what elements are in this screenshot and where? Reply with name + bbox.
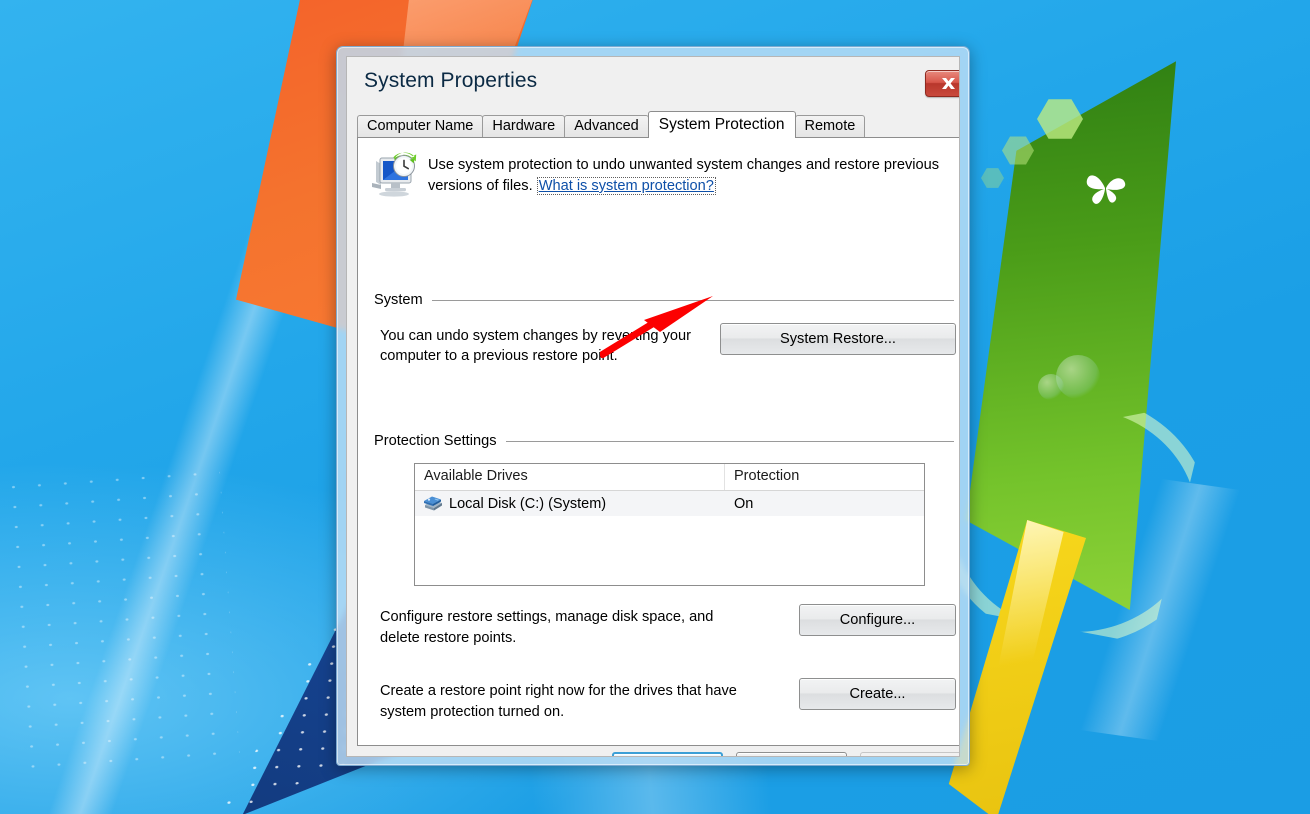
configure-button[interactable]: Configure... bbox=[799, 604, 956, 636]
create-row: Create a restore point right now for the… bbox=[380, 678, 956, 723]
system-restore-description: You can undo system changes by reverting… bbox=[380, 328, 691, 364]
close-x-icon bbox=[942, 78, 955, 89]
system-group-label: System bbox=[374, 292, 423, 308]
column-header-protection[interactable]: Protection bbox=[725, 464, 924, 490]
title-bar[interactable]: System Properties bbox=[356, 63, 959, 105]
dialog-body: System Properties Computer Name Hardware… bbox=[346, 56, 960, 757]
create-button[interactable]: Create... bbox=[799, 678, 956, 710]
table-row[interactable]: Local Disk (C:) (System) On bbox=[415, 491, 924, 516]
tab-advanced[interactable]: Advanced bbox=[564, 115, 649, 138]
create-description: Create a restore point right now for the… bbox=[380, 683, 737, 720]
wallpaper-faint-dots bbox=[0, 462, 241, 778]
wallpaper-butterfly-icon bbox=[1086, 175, 1126, 204]
drive-cell: Local Disk (C:) (System) bbox=[415, 495, 725, 512]
intro-section: Use system protection to undo unwanted s… bbox=[370, 152, 959, 198]
desktop-wallpaper: System Properties Computer Name Hardware… bbox=[0, 0, 1310, 814]
protection-settings-label: Protection Settings bbox=[374, 433, 497, 449]
tab-system-protection[interactable]: System Protection bbox=[647, 111, 796, 138]
group-divider bbox=[431, 299, 954, 301]
tab-strip: Computer Name Hardware Advanced System P… bbox=[357, 111, 959, 138]
intro-text: Use system protection to undo unwanted s… bbox=[428, 152, 959, 197]
tab-remote[interactable]: Remote bbox=[794, 115, 866, 138]
cancel-button[interactable]: Cancel bbox=[736, 752, 847, 756]
system-restore-button[interactable]: System Restore... bbox=[720, 323, 956, 355]
system-group-header: System bbox=[374, 292, 954, 308]
protection-status-cell: On bbox=[734, 495, 754, 512]
what-is-system-protection-link[interactable]: What is system protection? bbox=[536, 177, 716, 195]
column-header-available-drives[interactable]: Available Drives bbox=[415, 464, 725, 490]
system-properties-dialog: System Properties Computer Name Hardware… bbox=[336, 46, 970, 766]
wallpaper-hexagon bbox=[981, 168, 1004, 188]
system-protection-panel: Use system protection to undo unwanted s… bbox=[357, 137, 959, 746]
drive-label: Local Disk (C:) (System) bbox=[449, 495, 607, 512]
configure-description: Configure restore settings, manage disk … bbox=[380, 609, 714, 646]
ok-button[interactable]: OK bbox=[612, 752, 723, 756]
tab-hardware[interactable]: Hardware bbox=[482, 115, 566, 138]
tab-computer-name[interactable]: Computer Name bbox=[357, 115, 484, 138]
window-title: System Properties bbox=[364, 69, 538, 92]
group-divider bbox=[505, 440, 954, 442]
apply-button: Apply bbox=[860, 752, 959, 756]
close-button[interactable] bbox=[925, 70, 959, 97]
dialog-footer: OK Cancel Apply bbox=[357, 752, 959, 756]
available-drives-list[interactable]: Available Drives Protection Local Disk (… bbox=[414, 463, 925, 586]
list-header: Available Drives Protection bbox=[415, 464, 924, 491]
configure-row: Configure restore settings, manage disk … bbox=[380, 604, 956, 649]
protection-settings-group-header: Protection Settings bbox=[374, 433, 954, 449]
hard-disk-icon bbox=[424, 496, 442, 511]
wallpaper-bubble bbox=[1038, 374, 1064, 400]
system-restore-row: You can undo system changes by reverting… bbox=[380, 323, 956, 366]
system-protection-icon bbox=[372, 152, 417, 197]
